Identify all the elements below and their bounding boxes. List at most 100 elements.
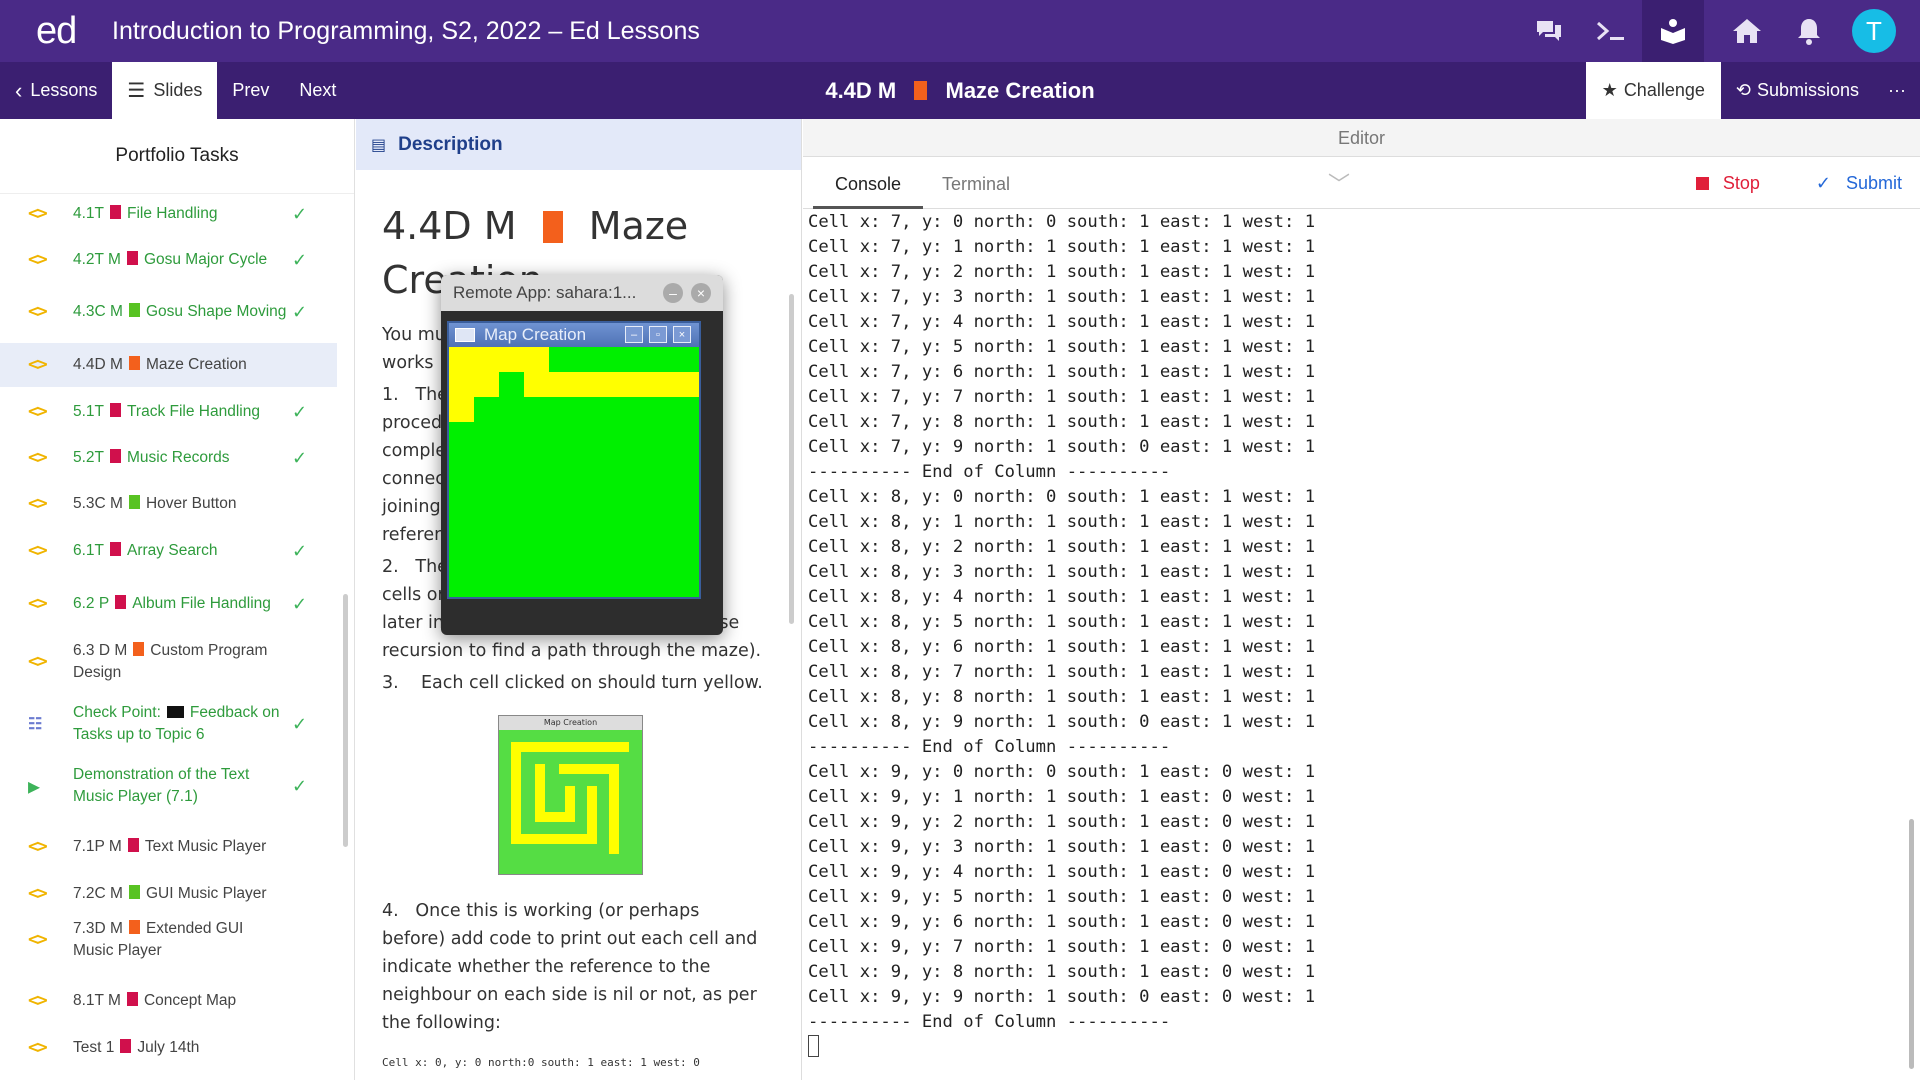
console-line: Cell x: 7, y: 7 north: 1 south: 1 east: … [808,387,1316,407]
stop-button[interactable]: Stop [1695,173,1760,194]
avatar[interactable]: T [1852,9,1896,53]
slides-button[interactable]: ☰ Slides [112,62,218,119]
sidebar-item[interactable]: <> 5.1T Track File Handling ✓ [0,387,337,437]
task-code: 6.1T [73,542,105,559]
sidebar-item[interactable]: <> 7.3D M Extended GUI Music Player [0,915,337,965]
minimize-icon[interactable]: – [663,283,683,303]
lessons-icon[interactable] [1642,0,1704,62]
maze-cell-yellow[interactable] [449,372,499,397]
sidebar-item[interactable]: <> Test 1 July 14th [0,1026,337,1070]
check-icon: ✓ [292,448,308,468]
check-icon: ✓ [292,250,308,270]
console-line: Cell x: 9, y: 3 north: 1 south: 1 east: … [808,837,1316,857]
minimize-icon[interactable]: – [625,326,643,343]
description-scrollbar[interactable] [789,294,794,624]
console-line: Cell x: 8, y: 1 north: 1 south: 1 east: … [808,512,1316,532]
tab-console[interactable]: Console [813,157,924,209]
sidebar-item[interactable]: <> 5.3C M Hover Button [0,482,337,526]
task-code: Test 1 [73,1039,115,1056]
console-line: Cell x: 8, y: 8 north: 1 south: 1 east: … [808,687,1316,707]
console-line: Cell x: 7, y: 9 north: 1 south: 0 east: … [808,437,1316,457]
code-icon: <> [28,203,48,224]
thumb-title: Map Creation [499,716,642,730]
task-code: 8.1T M [73,992,121,1009]
maze-grid[interactable] [449,347,699,597]
check-icon: ✓ [292,302,308,322]
sidebar-item[interactable]: <> 6.3 D M Custom Program Design [0,637,337,687]
lesson-toolbar: 4.4D M Maze Creation ‹ Lessons ☰ Slides … [0,62,1920,119]
prev-button[interactable]: Prev [217,62,284,119]
console-line: Cell x: 8, y: 6 north: 1 south: 1 east: … [808,637,1316,657]
console-line: Cell x: 7, y: 5 north: 1 south: 1 east: … [808,337,1316,357]
sidebar-item[interactable]: ☷ Check Point: Feedback on Tasks up to Top… [0,699,337,749]
console-line: Cell x: 7, y: 1 north: 1 south: 1 east: … [808,237,1316,257]
maze-cell-yellow[interactable] [449,347,549,372]
maze-cell-yellow[interactable] [449,397,474,422]
console-output[interactable]: Cell x: 7, y: 0 north: 0 south: 1 east: … [808,210,1315,1061]
thumb-path [511,742,629,752]
maximize-icon[interactable]: ▫ [649,326,667,343]
portfolio-tasks-sidebar: Portfolio Tasks <> 4.1T File Handling ✓ <> 4.… [0,119,355,1080]
sidebar-item[interactable]: <> 4.4D M Maze Creation [0,343,337,387]
console-input-line[interactable] [808,1035,1315,1061]
tab-terminal[interactable]: Terminal [920,157,1032,209]
task-name: File Handling [127,205,218,222]
console-line: ---------- End of Column ---------- [808,737,1171,757]
code-icon: <> [28,1037,48,1058]
more-menu-button[interactable]: ··· [1874,62,1920,119]
bell-icon[interactable] [1778,0,1840,62]
next-button[interactable]: Next [284,62,351,119]
sidebar-item[interactable]: <> 4.2T M Gosu Major Cycle ✓ [0,238,337,282]
sidebar-scrollbar[interactable] [343,594,348,847]
sidebar-item-label: 5.2T Music Records [73,447,288,469]
close-icon[interactable]: × [691,283,711,303]
ed-logo[interactable]: ed [0,10,112,53]
editor-tabs: Console Terminal ﹀ Stop ✓ Submit [803,157,1920,209]
sidebar-item[interactable]: ▶ Demonstration of the Text Music Player … [0,761,337,811]
discussion-icon[interactable] [1518,0,1580,62]
slides-label: Slides [153,80,203,100]
sidebar-item[interactable]: <> 4.3C M Gosu Shape Moving ✓ [0,290,337,334]
console-scrollbar[interactable] [1909,819,1914,1069]
console-line: Cell x: 9, y: 1 north: 1 south: 1 east: … [808,787,1316,807]
remote-app-window[interactable]: Remote App: sahara:1... – × Map Creation… [441,275,723,635]
close-icon[interactable]: × [673,326,691,343]
description-line: 4. Once this is working (or perhaps [382,901,700,921]
task-name: Gosu Major Cycle [143,251,268,268]
lessons-back-button[interactable]: ‹ Lessons [0,62,112,119]
sidebar-item[interactable]: <> 6.2 P Album File Handling ✓ [0,579,337,629]
maze-example-image: Map Creation [498,715,643,875]
console-cursor[interactable] [808,1035,819,1057]
chevron-down-icon[interactable]: ﹀ [1328,167,1350,199]
home-icon[interactable] [1716,0,1778,62]
task-code: 7.2C M [73,885,123,902]
console-line: Cell x: 7, y: 6 north: 1 south: 1 east: … [808,362,1316,382]
console-line: Cell x: 9, y: 7 north: 1 south: 1 east: … [808,937,1316,957]
code-icon: <> [28,883,48,904]
submissions-button[interactable]: ⟲ Submissions [1721,62,1874,119]
console-line: Cell x: 9, y: 5 north: 1 south: 1 east: … [808,887,1316,907]
console-line: Cell x: 9, y: 6 north: 1 south: 1 east: … [808,912,1316,932]
challenge-button[interactable]: ★ Challenge [1585,62,1721,119]
sidebar-item[interactable]: <> 6.1T Array Search ✓ [0,529,337,573]
task-type-icon [128,495,140,509]
map-creation-window[interactable]: Map Creation – ▫ × [447,321,701,599]
console-line: Cell x: 9, y: 8 north: 1 south: 1 east: … [808,962,1316,982]
sidebar-item[interactable]: <> 4.1T File Handling ✓ [0,192,337,236]
description-tab[interactable]: ▤ Description [356,119,801,170]
check-icon: ✓ [292,714,308,734]
sidebar-item[interactable]: <> 8.1T M Concept Map [0,979,337,1023]
terminal-icon[interactable] [1580,0,1642,62]
submit-button[interactable]: ✓ Submit [1816,173,1902,194]
task-type-icon [110,449,122,463]
orange-book-icon [542,211,563,243]
course-title: Introduction to Programming, S2, 2022 – … [112,16,700,45]
star-icon: ★ [1601,80,1618,100]
maze-cell-yellow[interactable] [524,372,699,397]
task-name: Hover Button [145,495,237,512]
sidebar-item[interactable]: <> 5.2T Music Records ✓ [0,436,337,480]
sidebar-item[interactable]: <> 7.1P M Text Music Player [0,825,337,869]
sidebar-item[interactable]: <> 7.2C M GUI Music Player [0,872,337,916]
sidebar-item-label: Test 1 July 14th [73,1037,288,1059]
console-line: ---------- End of Column ---------- [808,1012,1171,1032]
